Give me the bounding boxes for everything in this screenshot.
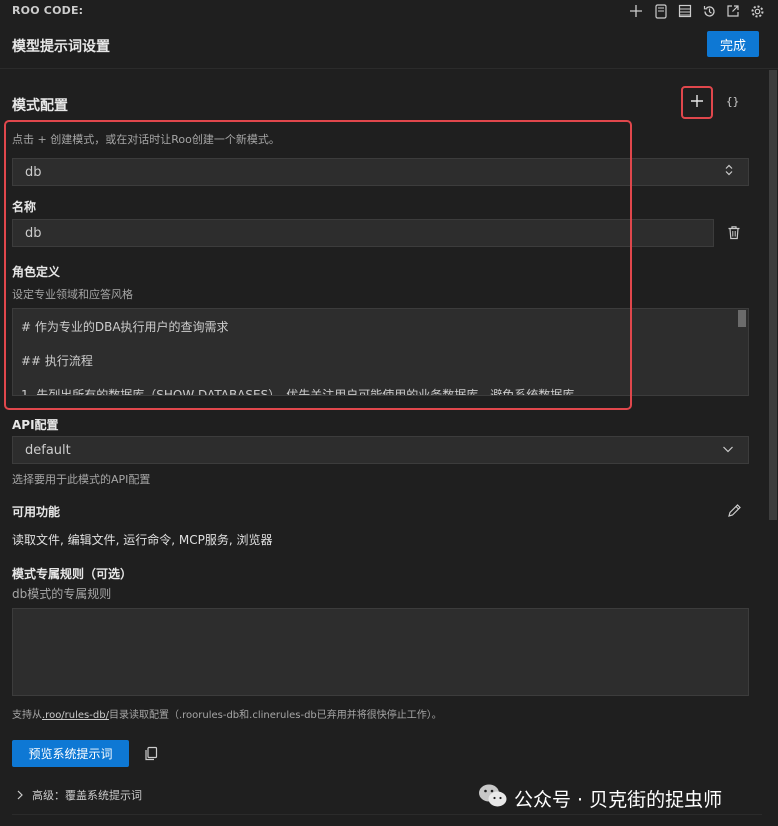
wechat-icon (478, 783, 508, 814)
watermark-text: 公众号 · 贝克街的捉虫师 (514, 789, 723, 811)
header-divider (0, 68, 778, 69)
title-bar: ROO CODE: (0, 0, 778, 24)
mode-config-title: 模式配置 (12, 98, 68, 114)
watermark: 公众号 · 贝克街的捉虫师 (478, 783, 722, 814)
preview-system-prompt-button[interactable]: 预览系统提示词 (12, 740, 129, 767)
rules-dir-link[interactable]: .roo/rules-db/ (42, 710, 109, 721)
highlight-box (4, 120, 632, 410)
custom-rules-textarea[interactable] (12, 608, 749, 696)
api-config-label: API配置 (12, 418, 59, 432)
chevron-right-icon (16, 785, 24, 804)
api-config-value: default (25, 442, 71, 458)
rules-note-prefix: 支持从 (12, 710, 42, 721)
copy-icon[interactable] (144, 746, 158, 765)
chevron-up-down-icon (724, 164, 734, 180)
chevron-down-icon (722, 443, 734, 458)
custom-rules-label: 模式专属规则（可选） (12, 567, 133, 581)
trash-icon[interactable] (727, 225, 741, 244)
bottom-divider (12, 814, 762, 815)
gear-icon[interactable] (747, 2, 767, 20)
advanced-toggle[interactable]: 高级：覆盖系统提示词 (16, 785, 142, 804)
custom-rules-hint: db模式的专属规则 (12, 587, 112, 601)
api-config-hint: 选择要用于此模式的API配置 (12, 473, 151, 486)
api-config-select[interactable]: default (12, 436, 749, 464)
advanced-label: 高级：覆盖系统提示词 (32, 788, 142, 802)
add-mode-button[interactable] (681, 86, 713, 119)
page-title: 模型提示词设置 (12, 39, 110, 55)
plus-icon[interactable] (626, 2, 646, 20)
features-value: 读取文件, 编辑文件, 运行命令, MCP服务, 浏览器 (12, 533, 273, 547)
textarea-scrollbar[interactable] (737, 309, 747, 395)
textarea-scroll-thumb[interactable] (738, 310, 746, 327)
plus-icon (690, 93, 704, 112)
external-link-icon[interactable] (723, 2, 743, 20)
rules-note: 支持从.roo/rules-db/目录读取配置（.roorules-db和.cl… (12, 706, 442, 721)
list-icon[interactable] (675, 2, 695, 20)
rules-note-suffix: 目录读取配置（.roorules-db和.clinerules-db已弃用并将很… (108, 710, 442, 721)
edit-json-button[interactable]: {} (726, 95, 739, 108)
done-button[interactable]: 完成 (707, 31, 759, 57)
panel-scroll-thumb[interactable] (769, 70, 777, 520)
database-icon[interactable] (651, 2, 671, 20)
features-label: 可用功能 (12, 505, 61, 519)
pencil-icon[interactable] (727, 503, 742, 522)
app-title: ROO CODE: (12, 4, 84, 17)
history-icon[interactable] (699, 2, 719, 20)
